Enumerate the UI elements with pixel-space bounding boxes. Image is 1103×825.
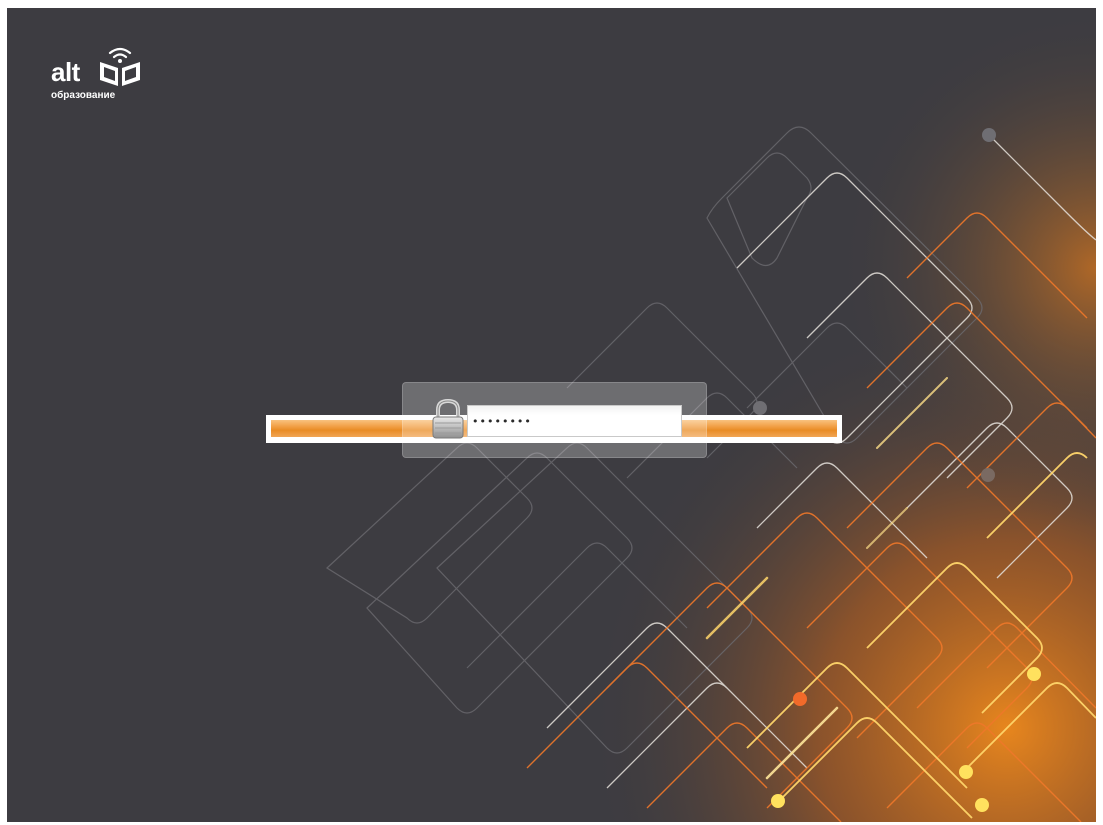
padlock-icon xyxy=(432,398,464,439)
logo-word: alt xyxy=(51,57,80,87)
password-input[interactable] xyxy=(467,405,682,437)
alt-education-logo: alt образование xyxy=(51,44,161,110)
password-dialog xyxy=(402,382,707,458)
logo-subtitle: образование xyxy=(51,90,116,101)
open-book-wifi-icon xyxy=(100,47,140,86)
login-screen: alt образование xyxy=(7,8,1096,822)
